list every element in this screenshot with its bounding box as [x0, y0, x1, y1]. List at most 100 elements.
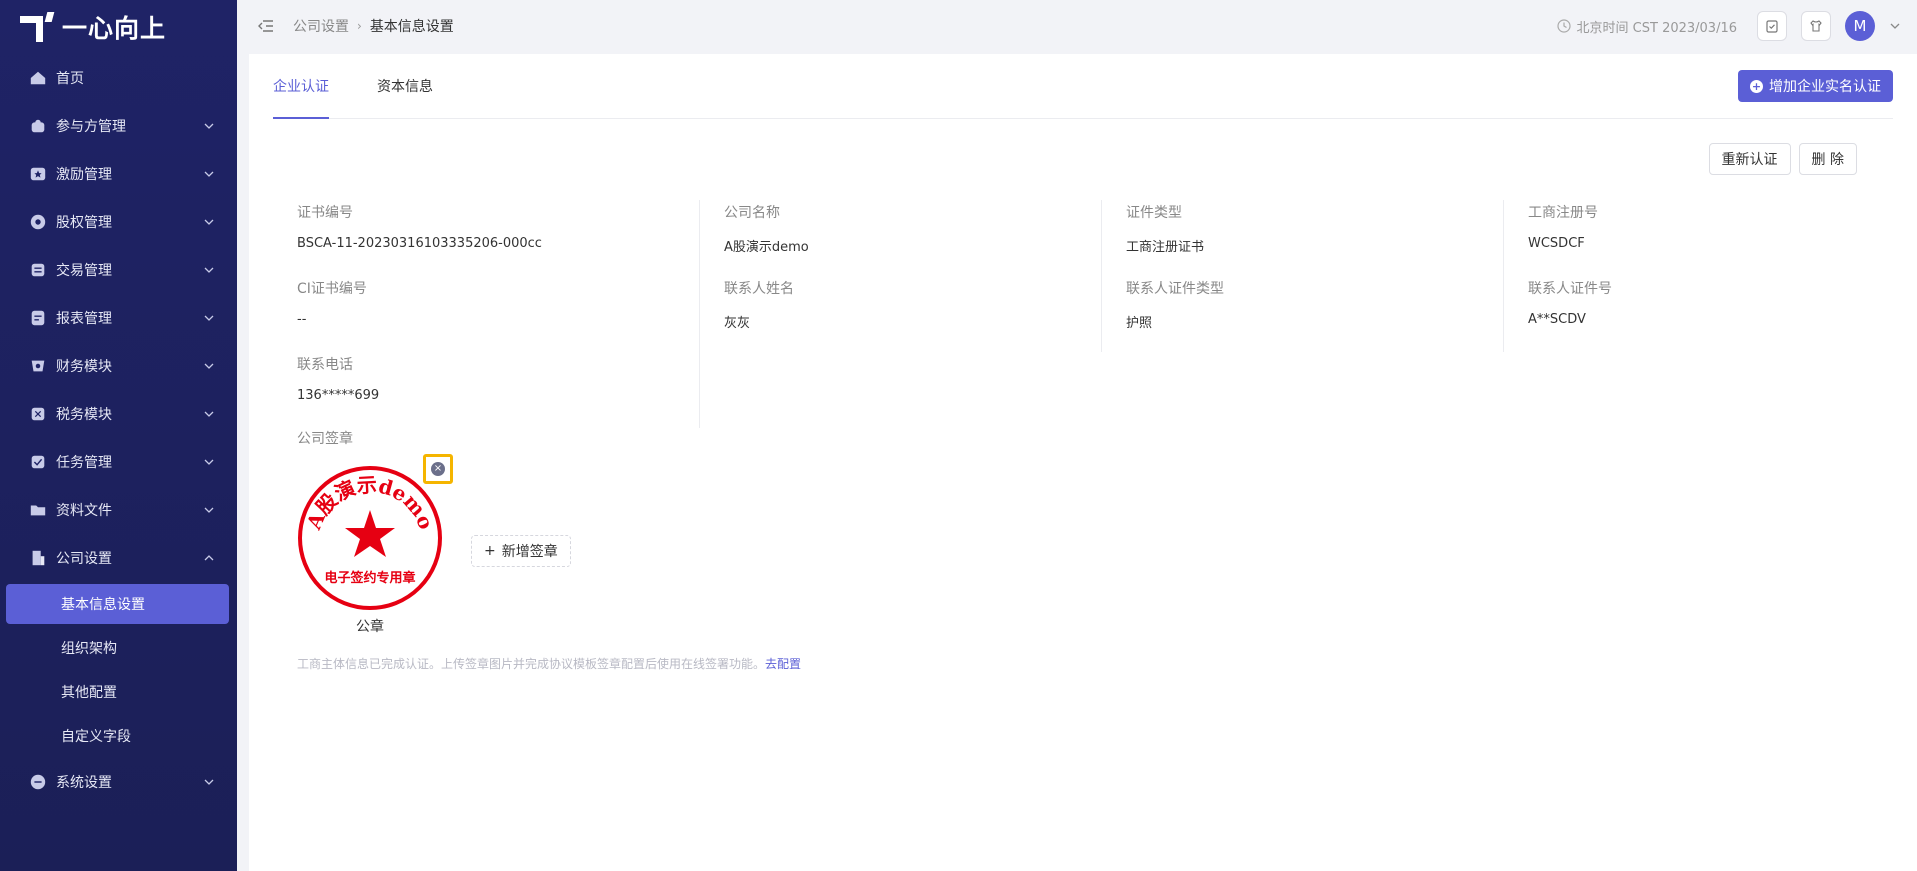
company-seal-image: A股演示demo 电子签约专用章 — [298, 466, 442, 610]
brand[interactable]: 一心向上 — [0, 0, 237, 54]
task-icon — [28, 452, 48, 472]
sidebar-item-files[interactable]: 资料文件 — [0, 486, 237, 534]
auth-actions: 重新认证 删 除 — [1708, 143, 1857, 175]
sidebar-item-label: 交易管理 — [56, 263, 112, 279]
remove-seal-button[interactable]: × — [423, 454, 453, 484]
plus-icon: + — [484, 543, 496, 559]
chevron-down-icon — [204, 171, 214, 177]
info-label: 工商注册号 — [1528, 205, 1598, 221]
tab-enterprise-auth[interactable]: 企业认证 — [273, 53, 329, 119]
top-header: 公司设置 › 基本信息设置 北京时间 CST 2023/03/16 M — [237, 0, 1917, 52]
main-panel: 企业认证 资本信息 + 增加企业实名认证 重新认证 删 除 证书编号 BSCA-… — [249, 54, 1917, 871]
add-enterprise-auth-button[interactable]: + 增加企业实名认证 — [1738, 70, 1893, 102]
chevron-down-icon — [204, 267, 214, 273]
seal-hint: 工商主体信息已完成认证。上传签章图片并完成协议模板签章配置后使用在线签署功能。去… — [297, 655, 801, 672]
add-seal-button[interactable]: + 新增签章 — [471, 535, 571, 567]
sidebar-item-label: 系统设置 — [56, 775, 112, 791]
seal-star-icon — [345, 510, 395, 557]
building-icon — [28, 548, 48, 568]
sidebar-item-trading[interactable]: 交易管理 — [0, 246, 237, 294]
close-icon: × — [431, 462, 445, 476]
info-value: 工商注册证书 — [1126, 240, 1205, 255]
info-value: A**SCDV — [1528, 312, 1586, 327]
shirt-button[interactable] — [1801, 11, 1831, 41]
sidebar-item-incentive[interactable]: 激励管理 — [0, 150, 237, 198]
info-company-name: 公司名称 A股演示demo — [699, 200, 1101, 276]
users-icon — [28, 116, 48, 136]
info-value: -- — [297, 312, 307, 327]
chevron-down-icon — [204, 219, 214, 225]
sidebar-item-system-settings[interactable]: 系统设置 — [0, 758, 237, 806]
sidebar-nav: 首页 参与方管理 激励管理 股权管理 交易管理 报表管理 财务模块 税务模块 任… — [0, 54, 237, 806]
task-check-button[interactable] — [1757, 11, 1787, 41]
chevron-up-icon — [204, 555, 214, 561]
sidebar: 一心向上 首页 参与方管理 激励管理 股权管理 交易管理 报表管理 财务模块 税… — [0, 0, 237, 871]
info-label: 公司名称 — [724, 205, 780, 221]
collapse-sidebar-icon[interactable] — [257, 17, 275, 35]
info-phone: 联系电话 136*****699 — [297, 352, 699, 428]
breadcrumb-current: 基本信息设置 — [369, 19, 454, 35]
header-tools: 北京时间 CST 2023/03/16 M — [1556, 0, 1901, 52]
delete-button[interactable]: 删 除 — [1798, 143, 1857, 175]
sidebar-item-label: 税务模块 — [56, 407, 112, 423]
chevron-down-icon — [204, 315, 214, 321]
info-label: CI证书编号 — [297, 281, 367, 297]
sidebar-subitem-other-config[interactable]: 其他配置 — [0, 670, 237, 714]
info-value: 136*****699 — [297, 388, 380, 403]
info-contact-name: 联系人姓名 灰灰 — [699, 276, 1101, 352]
chevron-down-icon[interactable] — [1889, 20, 1901, 32]
add-enterprise-auth-label: 增加企业实名认证 — [1769, 79, 1881, 95]
exchange-icon — [28, 260, 48, 280]
brand-name: 一心向上 — [62, 14, 167, 43]
tab-bar: 企业认证 资本信息 + 增加企业实名认证 — [273, 54, 1893, 119]
shirt-icon — [1810, 20, 1822, 32]
server-time-text: 北京时间 CST 2023/03/16 — [1576, 20, 1737, 36]
stamp-bottom-text: 电子签约专用章 — [324, 570, 415, 586]
tab-capital-info[interactable]: 资本信息 — [377, 53, 433, 118]
sidebar-item-label: 首页 — [56, 71, 84, 87]
sidebar-subitem-org-structure[interactable]: 组织架构 — [0, 626, 237, 670]
chevron-down-icon — [204, 411, 214, 417]
tax-icon — [28, 404, 48, 424]
info-ci-cert-no: CI证书编号 -- — [297, 276, 699, 352]
sidebar-item-label: 激励管理 — [56, 167, 112, 183]
user-avatar[interactable]: M — [1845, 11, 1875, 41]
info-label: 联系电话 — [297, 357, 353, 373]
sidebar-item-label: 股权管理 — [56, 215, 112, 231]
chevron-down-icon — [204, 123, 214, 129]
go-config-link[interactable]: 去配置 — [765, 657, 801, 671]
sidebar-item-company-settings[interactable]: 公司设置 — [0, 534, 237, 582]
sidebar-item-home[interactable]: 首页 — [0, 54, 237, 102]
sidebar-item-finance[interactable]: 财务模块 — [0, 342, 237, 390]
brand-logo-icon — [20, 12, 55, 42]
folder-icon — [28, 500, 48, 520]
info-value: 护照 — [1126, 316, 1153, 331]
seal-hint-text: 工商主体信息已完成认证。上传签章图片并完成协议模板签章配置后使用在线签署功能。 — [297, 657, 766, 671]
info-empty — [699, 352, 1101, 428]
info-contact-id-no: 联系人证件号 A**SCDV — [1503, 276, 1905, 352]
sidebar-item-equity[interactable]: 股权管理 — [0, 198, 237, 246]
sidebar-item-reports[interactable]: 报表管理 — [0, 294, 237, 342]
clock-icon — [1556, 19, 1571, 33]
sidebar-subitem-custom-fields[interactable]: 自定义字段 — [0, 714, 237, 758]
info-value: 灰灰 — [724, 316, 751, 331]
reauth-button[interactable]: 重新认证 — [1708, 143, 1791, 175]
finance-icon — [28, 356, 48, 376]
info-value: WCSDCF — [1528, 236, 1585, 251]
info-label: 证件类型 — [1126, 205, 1182, 221]
sidebar-item-label: 公司设置 — [56, 551, 112, 567]
sidebar-item-participants[interactable]: 参与方管理 — [0, 102, 237, 150]
breadcrumb-item[interactable]: 公司设置 — [293, 16, 349, 36]
sidebar-item-label: 报表管理 — [56, 311, 112, 327]
info-value: A股演示demo — [724, 240, 809, 255]
sidebar-item-label: 资料文件 — [56, 503, 112, 519]
info-label: 联系人证件类型 — [1126, 281, 1224, 297]
report-icon — [28, 308, 48, 328]
seal-name: 公章 — [356, 619, 384, 635]
sidebar-item-tax[interactable]: 税务模块 — [0, 390, 237, 438]
chevron-down-icon — [204, 363, 214, 369]
sidebar-item-tasks[interactable]: 任务管理 — [0, 438, 237, 486]
sidebar-subitem-basic-info[interactable]: 基本信息设置 — [6, 584, 229, 624]
home-icon — [28, 68, 48, 88]
info-reg-no: 工商注册号 WCSDCF — [1503, 200, 1905, 276]
